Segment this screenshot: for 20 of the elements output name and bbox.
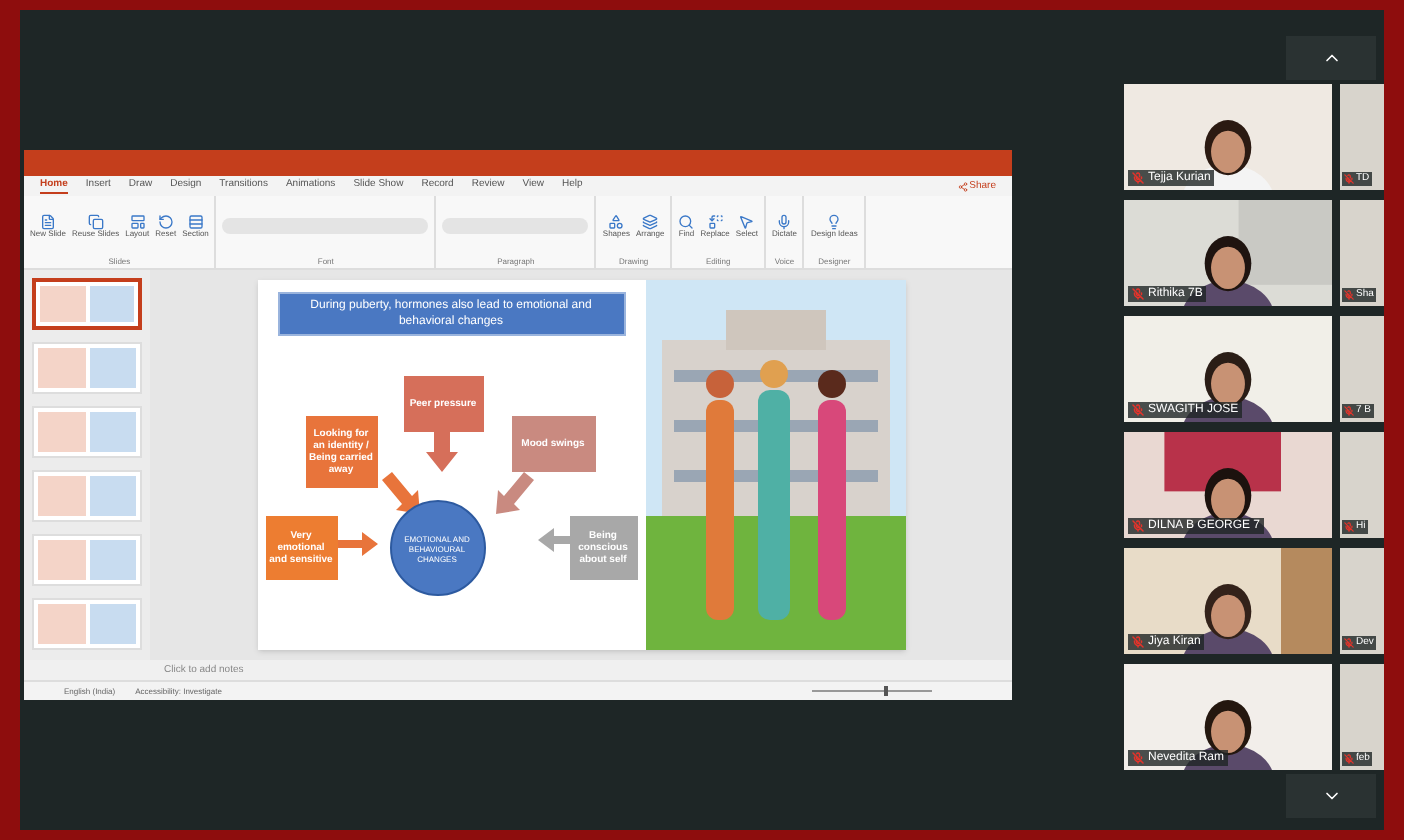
- arrow: [495, 472, 533, 514]
- arrow: [425, 432, 457, 472]
- slide-thumbnail[interactable]: [32, 278, 142, 330]
- lightbulb-icon: [826, 214, 843, 230]
- search-icon: [678, 214, 695, 230]
- arrow: [337, 532, 377, 556]
- share-icon: [957, 181, 968, 191]
- copy-icon: [87, 214, 104, 230]
- replace-icon: [707, 214, 724, 230]
- arrow: [381, 472, 419, 514]
- scroll-down-button[interactable]: [1286, 774, 1376, 818]
- layers-icon: [642, 214, 659, 230]
- reset-icon: [157, 214, 174, 230]
- scroll-up-button[interactable]: [1286, 36, 1376, 80]
- layout-icon: [129, 214, 146, 230]
- shapes-icon: [608, 214, 625, 230]
- microphone-icon: [776, 214, 793, 230]
- cursor-icon: [738, 214, 755, 230]
- document-icon: [40, 214, 56, 230]
- rows-icon: [187, 214, 204, 230]
